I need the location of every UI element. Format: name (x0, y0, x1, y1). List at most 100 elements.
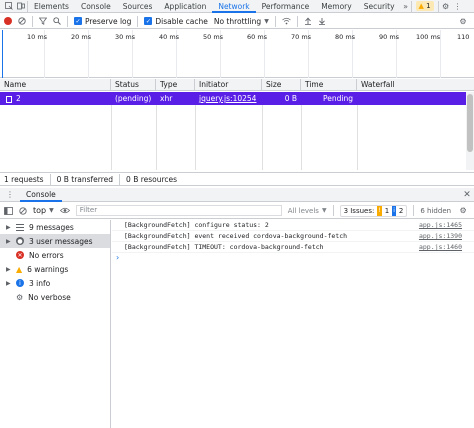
tick-label: 40 ms (159, 33, 180, 41)
filter-input[interactable]: Filter (75, 205, 282, 216)
filter-icon[interactable] (39, 17, 47, 25)
device-toggle-icon[interactable] (15, 2, 27, 10)
network-status-bar: 1 requests 0 B transferred 0 B resources (0, 172, 474, 186)
export-har-icon[interactable] (318, 17, 326, 25)
request-table-header: Name Status Type Initiator Size Time Wat… (0, 79, 474, 91)
column-header-status[interactable]: Status (111, 79, 156, 91)
drawer-tab-console[interactable]: Console (20, 188, 62, 202)
sidebar-item-errors[interactable]: ✕ No errors (0, 248, 110, 262)
prompt-chevron-icon: › (116, 253, 120, 262)
clear-console-icon[interactable] (19, 206, 27, 215)
tab-sources[interactable]: Sources (117, 0, 159, 13)
eye-icon[interactable] (59, 207, 70, 214)
tick-label: 50 ms (203, 33, 224, 41)
tab-application[interactable]: Application (158, 0, 212, 13)
tab-performance[interactable]: Performance (256, 0, 316, 13)
checkmark-icon: ✓ (74, 17, 82, 25)
column-header-waterfall[interactable]: Waterfall (357, 79, 474, 91)
issues-info-count: 2 (398, 206, 404, 215)
user-icon: ● (16, 237, 24, 245)
kebab-menu-icon[interactable]: ⋮ (453, 2, 463, 11)
tab-console[interactable]: Console (75, 0, 117, 13)
throttling-value: No throttling (213, 16, 262, 26)
kebab-menu-icon[interactable]: ⋮ (6, 190, 14, 199)
column-header-type[interactable]: Type (156, 79, 195, 91)
search-icon[interactable] (53, 17, 61, 25)
tick-label: 100 ms (416, 33, 441, 41)
list-icon (16, 223, 24, 231)
clear-icon[interactable] (18, 17, 26, 25)
console-output[interactable]: [BackgroundFetch] configure status: 2 ap… (112, 220, 474, 428)
expand-arrow-icon: ▶ (6, 279, 11, 287)
divider (410, 0, 412, 12)
warning-count-badge[interactable]: ▲ 1 (415, 1, 434, 11)
console-message: [BackgroundFetch] TIMEOUT: cordova-backg… (112, 242, 474, 253)
expand-arrow-icon: ▶ (6, 223, 11, 231)
context-value: top (33, 206, 47, 215)
row-waterfall-cell (357, 92, 466, 105)
inspect-icon[interactable] (3, 2, 15, 10)
issues-label: 3 Issues: (343, 206, 375, 215)
levels-value: All levels (287, 206, 319, 215)
table-row[interactable]: 2 (pending) xhr jquery.js:10254 0 B Pend… (0, 92, 466, 105)
console-source-link[interactable]: app.js:1390 (419, 232, 462, 240)
console-message-text: [BackgroundFetch] event received cordova… (124, 232, 348, 240)
column-header-size[interactable]: Size (262, 79, 301, 91)
sidebar-item-verbose[interactable]: ⚙ No verbose (0, 290, 110, 304)
more-tabs-icon[interactable]: » (401, 2, 411, 11)
tab-memory[interactable]: Memory (315, 0, 358, 13)
divider (32, 15, 33, 27)
divider (274, 15, 276, 27)
close-icon[interactable]: ✕ (460, 190, 474, 200)
divider (49, 173, 51, 185)
console-source-link[interactable]: app.js:1465 (419, 221, 462, 229)
divider (67, 15, 68, 27)
tick-label: 80 ms (335, 33, 356, 41)
checkmark-icon: ✓ (144, 17, 153, 25)
row-initiator-link[interactable]: jquery.js:10254 (195, 92, 262, 105)
issues-button[interactable]: 3 Issues: ! 1 i 2 (339, 204, 408, 217)
warning-icon: ▲ (418, 2, 424, 10)
column-header-initiator[interactable]: Initiator (195, 79, 262, 91)
bug-icon: ⚙ (16, 292, 24, 302)
network-conditions-icon[interactable] (282, 17, 291, 25)
gear-icon[interactable]: ⚙ (439, 2, 453, 11)
column-header-time[interactable]: Time (301, 79, 357, 91)
throttling-select[interactable]: No throttling ▼ (214, 17, 269, 26)
chevron-down-icon: ▼ (49, 207, 54, 214)
record-icon[interactable] (4, 17, 12, 25)
devtools-tabbar: Elements Console Sources Application Net… (0, 0, 474, 13)
tick-label: 90 ms (379, 33, 400, 41)
tab-elements[interactable]: Elements (28, 0, 75, 13)
console-message: [BackgroundFetch] event received cordova… (112, 231, 474, 242)
console-message-text: [BackgroundFetch] configure status: 2 (124, 221, 269, 229)
sidebar-item-info[interactable]: ▶ i 3 info (0, 276, 110, 290)
table-scrollbar-thumb[interactable] (467, 94, 473, 152)
sidebar-item-warnings[interactable]: ▶ ▲ 6 warnings (0, 262, 110, 276)
sidebar-item-user-messages[interactable]: ▶ ● 3 user messages (0, 234, 110, 248)
chevron-down-icon: ▼ (264, 17, 269, 25)
sidebar-item-messages[interactable]: ▶ 9 messages (0, 220, 110, 234)
console-prompt[interactable]: › (112, 253, 474, 262)
transferred-size: 0 B transferred (56, 174, 114, 184)
network-overview-timeline[interactable]: 10 ms 20 ms 30 ms 40 ms 50 ms 60 ms 70 m… (0, 30, 474, 78)
tab-network[interactable]: Network (212, 0, 256, 13)
row-name-cell: 2 (2, 92, 111, 105)
console-toolbar: top ▼ Filter All levels ▼ 3 Issues: ! 1 … (0, 203, 474, 219)
divider (413, 205, 415, 216)
tab-security[interactable]: Security (358, 0, 401, 13)
console-source-link[interactable]: app.js:1460 (419, 243, 462, 251)
import-har-icon[interactable] (304, 17, 312, 25)
network-toolbar: ✓ Preserve log ✓ Disable cache No thrott… (0, 14, 474, 29)
levels-select[interactable]: All levels ▼ (288, 207, 327, 215)
sidebar-toggle-icon[interactable] (4, 206, 13, 215)
gear-icon[interactable]: ⚙ (457, 206, 469, 215)
preserve-log-checkbox[interactable]: ✓ Preserve log (74, 17, 131, 26)
hidden-count: 6 hidden (420, 206, 452, 215)
disable-cache-checkbox[interactable]: ✓ Disable cache (144, 17, 208, 26)
divider (119, 173, 121, 185)
info-icon: i (16, 279, 24, 287)
context-select[interactable]: top ▼ (33, 206, 54, 215)
gear-icon[interactable]: ⚙ (456, 17, 470, 26)
column-header-name[interactable]: Name (0, 79, 111, 91)
